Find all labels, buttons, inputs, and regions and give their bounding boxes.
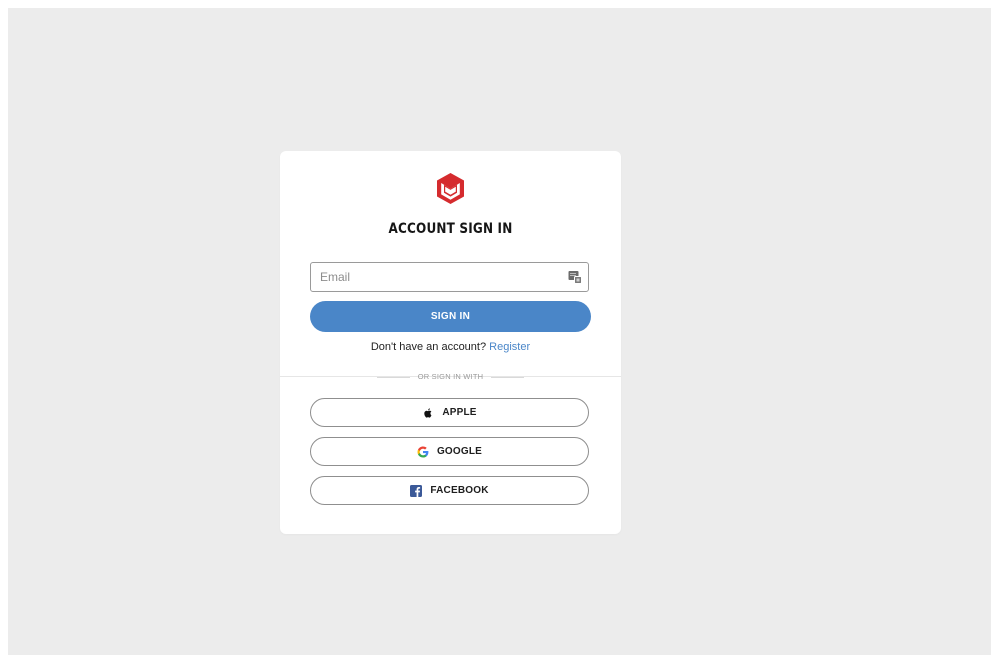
register-prompt-line: Don't have an account? Register [280, 341, 621, 353]
register-prompt-text: Don't have an account? [370, 341, 487, 353]
facebook-sign-in-button[interactable]: FACEBOOK [310, 476, 589, 505]
apple-sign-in-button[interactable]: APPLE [310, 398, 589, 427]
brand-logo-icon [437, 173, 464, 204]
google-button-label: GOOGLE [436, 446, 483, 457]
divider-text: OR SIGN IN WITH [417, 372, 484, 381]
email-field-container [310, 262, 589, 292]
apple-icon [424, 407, 432, 418]
autofill-icon[interactable] [568, 270, 582, 284]
facebook-icon [410, 484, 423, 497]
sign-in-button[interactable]: SIGN IN [310, 301, 591, 332]
email-input[interactable] [311, 263, 588, 291]
facebook-button-label: FACEBOOK [430, 485, 489, 496]
apple-button-label: APPLE [442, 407, 477, 418]
sign-in-card: ACCOUNT SIGN IN SIGN IN Don't have an ac… [280, 151, 621, 534]
register-link[interactable]: Register [489, 341, 530, 353]
google-sign-in-button[interactable]: GOOGLE [310, 437, 589, 466]
google-icon [417, 446, 429, 457]
page-title: ACCOUNT SIGN IN [388, 221, 513, 237]
